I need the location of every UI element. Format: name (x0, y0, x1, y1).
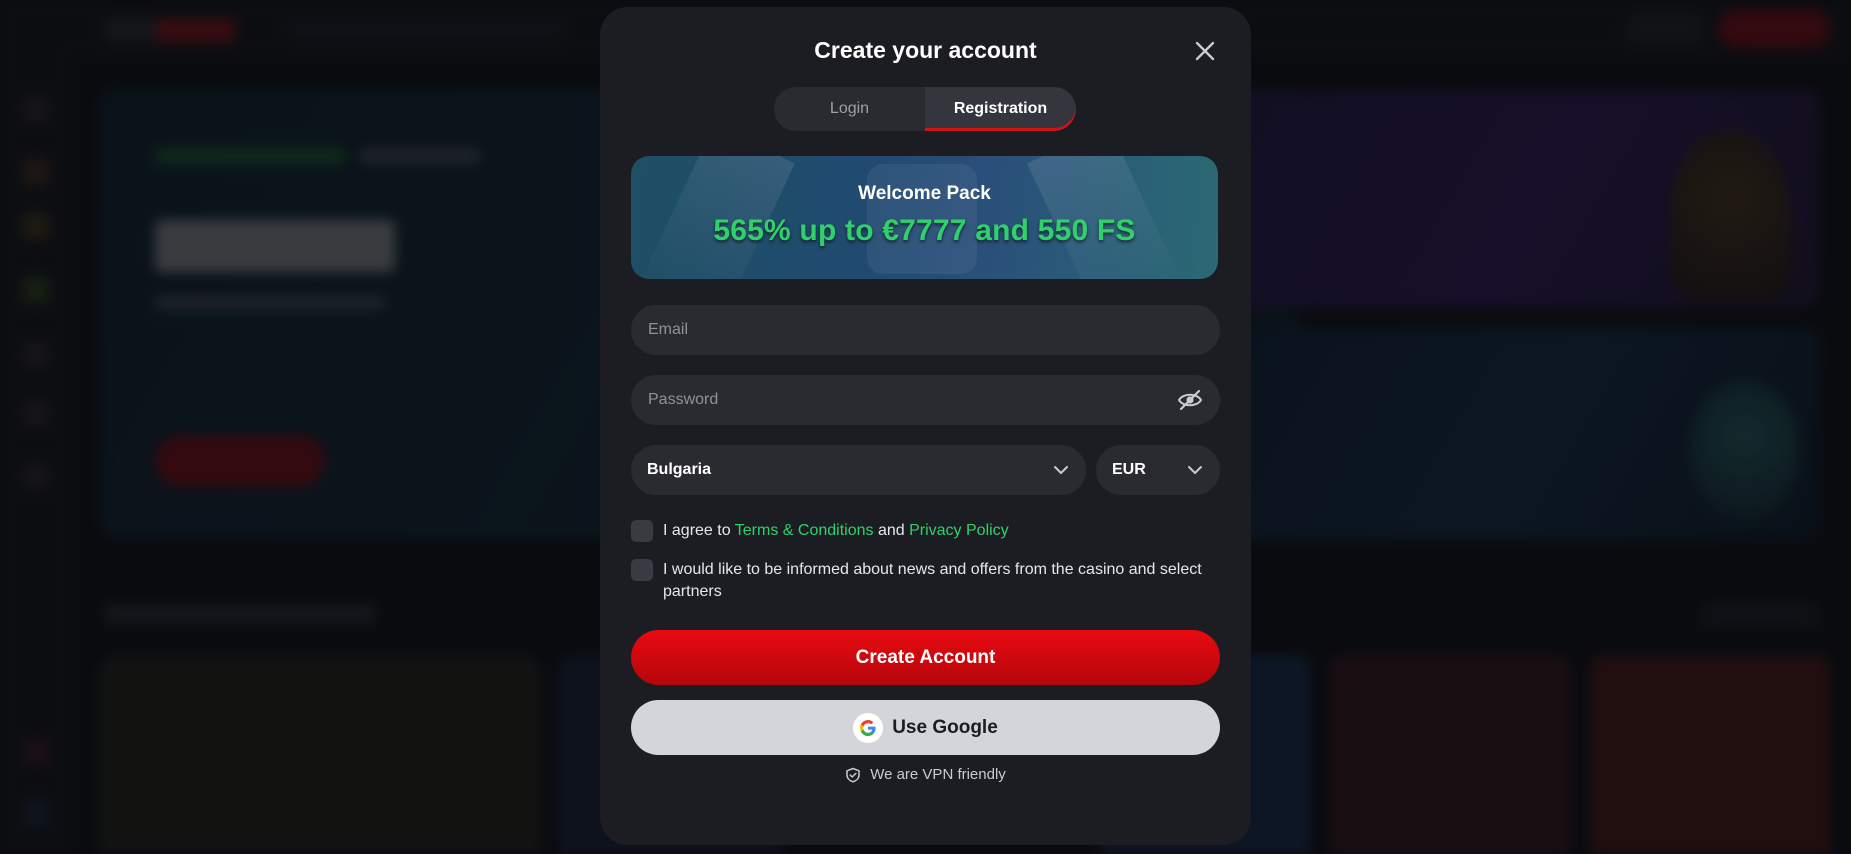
google-button-label: Use Google (892, 716, 998, 738)
password-field (631, 375, 1220, 425)
email-field (631, 305, 1220, 355)
welcome-pack-banner: Welcome Pack 565% up to €7777 and 550 FS (631, 156, 1218, 279)
welcome-pack-offer: 565% up to €7777 and 550 FS (713, 214, 1136, 247)
vpn-note-text: We are VPN friendly (870, 766, 1006, 783)
terms-checkbox[interactable] (631, 520, 653, 542)
country-select[interactable]: Bulgaria (631, 445, 1086, 495)
email-input[interactable] (648, 321, 1203, 339)
currency-value: EUR (1112, 461, 1146, 478)
newsletter-row: I would like to be informed about news a… (631, 559, 1211, 603)
close-button[interactable] (1193, 39, 1217, 63)
welcome-pack-label: Welcome Pack (858, 183, 991, 204)
google-icon (853, 712, 884, 743)
terms-row: I agree to Terms & Conditions and Privac… (631, 520, 1009, 542)
vpn-note: We are VPN friendly (600, 766, 1251, 783)
privacy-link[interactable]: Privacy Policy (909, 522, 1009, 539)
password-input[interactable] (648, 391, 1177, 409)
newsletter-checkbox[interactable] (631, 559, 653, 581)
tab-registration[interactable]: Registration (925, 87, 1076, 131)
terms-prefix: I agree to (663, 522, 731, 539)
chevron-down-icon (1054, 466, 1068, 474)
auth-tabs: Login Registration (774, 87, 1076, 131)
google-signin-button[interactable]: Use Google (631, 700, 1220, 755)
terms-link[interactable]: Terms & Conditions (735, 522, 874, 539)
create-account-button[interactable]: Create Account (631, 630, 1220, 685)
country-value: Bulgaria (647, 461, 712, 478)
shield-icon (846, 767, 860, 783)
registration-modal: Create your account Login Registration W… (600, 7, 1251, 845)
terms-text: I agree to Terms & Conditions and Privac… (663, 520, 1009, 542)
chevron-down-icon (1188, 466, 1202, 474)
eye-off-icon[interactable] (1177, 387, 1203, 413)
modal-title: Create your account (814, 37, 1037, 63)
close-icon (1195, 41, 1215, 61)
terms-conjunction: and (877, 522, 905, 539)
tab-login[interactable]: Login (774, 87, 925, 131)
currency-select[interactable]: EUR (1096, 445, 1220, 495)
newsletter-text: I would like to be informed about news a… (663, 561, 1202, 600)
